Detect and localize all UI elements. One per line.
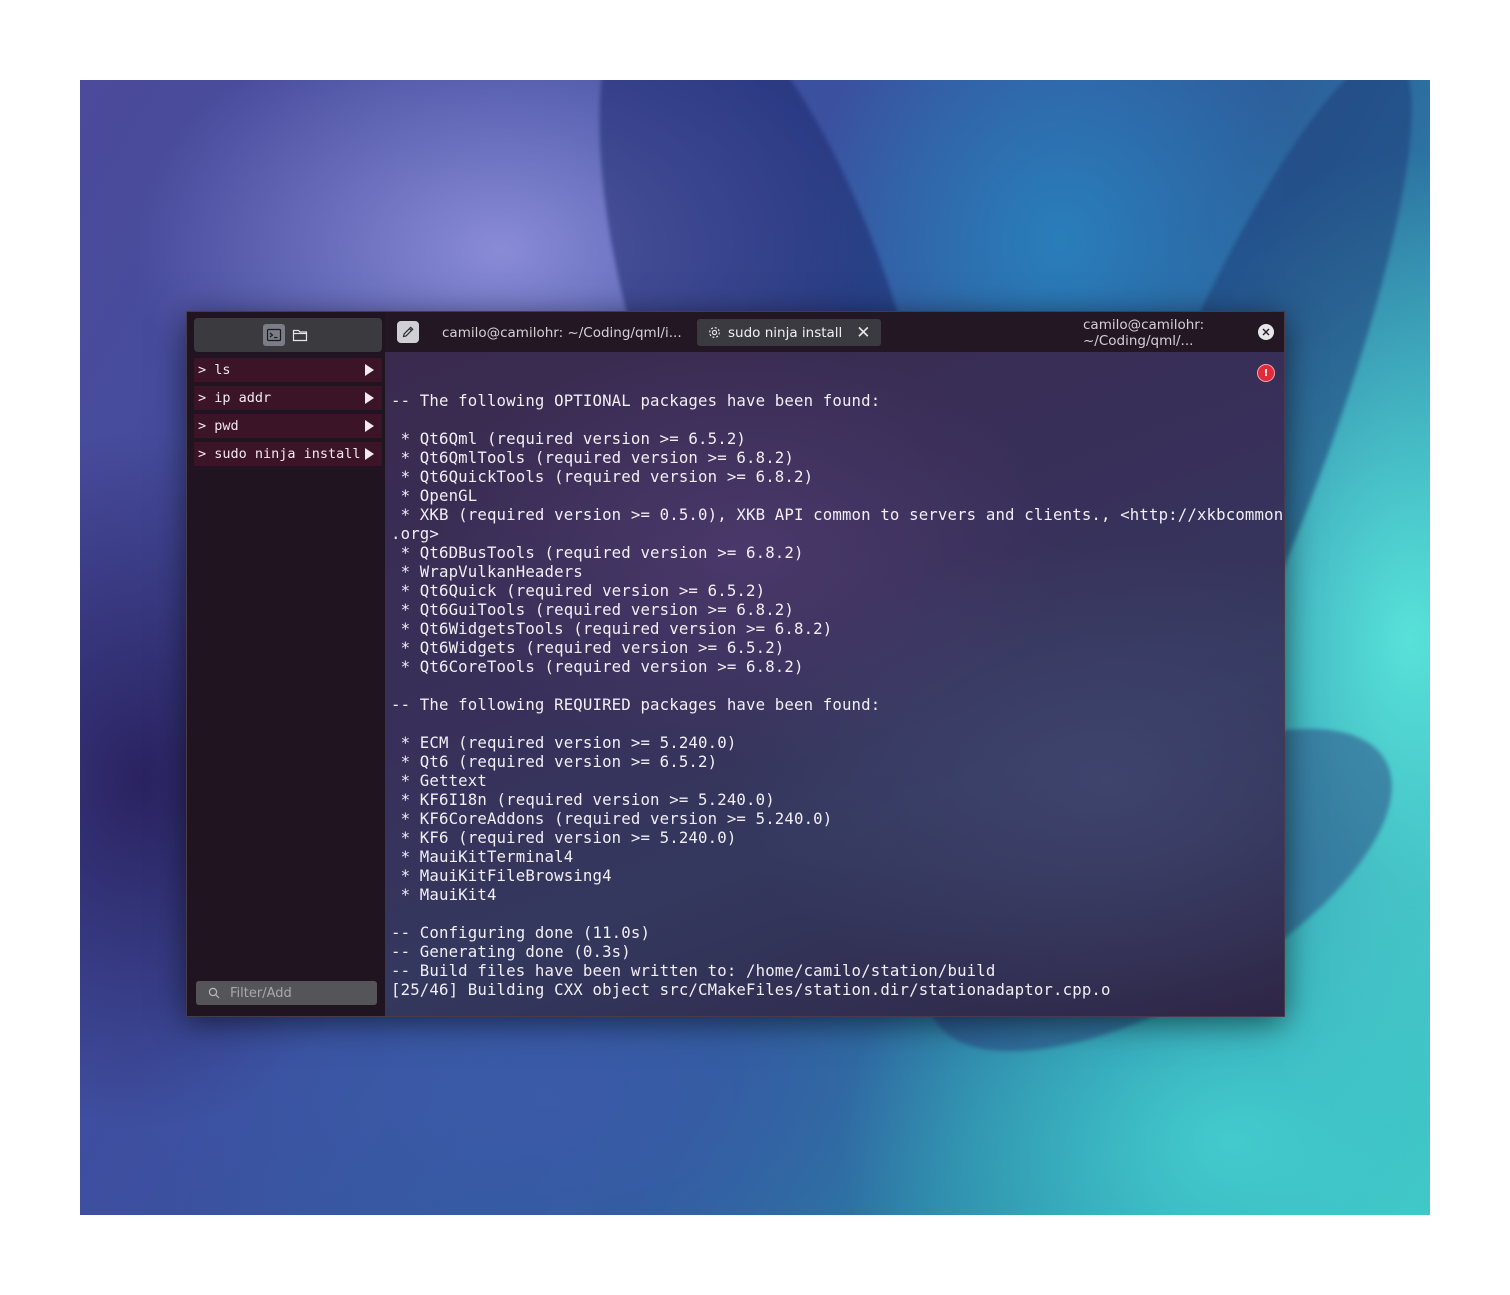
command-item-sudo-ninja-install[interactable]: > sudo ninja install: [194, 442, 382, 466]
terminal-line: -- Generating done (0.3s): [391, 942, 631, 961]
terminal-line: * Qt6DBusTools (required version >= 6.8.…: [391, 543, 804, 562]
command-label: > ls: [198, 362, 231, 378]
tab-bar: camilo@camilohr: ~/Coding/qml/i... sudo …: [385, 312, 1284, 352]
terminal-icon[interactable]: [263, 324, 285, 346]
terminal-line: * Qt6 (required version >= 6.5.2): [391, 752, 718, 771]
terminal-line: * Qt6Widgets (required version >= 6.5.2): [391, 638, 785, 657]
terminal-line: * KF6I18n (required version >= 5.240.0): [391, 790, 775, 809]
tab-label: camilo@camilohr: ~/Coding/qml/i...: [442, 324, 682, 341]
sidebar-view-switcher: [194, 318, 382, 352]
terminal-line: * MauiKit4: [391, 885, 497, 904]
alert-icon[interactable]: !: [1257, 364, 1275, 382]
terminal-line: -- Build files have been written to: /ho…: [391, 961, 996, 980]
command-label: > sudo ninja install: [198, 446, 361, 462]
terminal-view[interactable]: ! -- The following OPTIONAL packages hav…: [385, 352, 1284, 1016]
terminal-line: * Qt6CoreTools (required version >= 6.8.…: [391, 657, 804, 676]
tab-terminal-1[interactable]: camilo@camilohr: ~/Coding/qml/i...: [442, 319, 682, 346]
terminal-line: * MauiKitTerminal4: [391, 847, 574, 866]
terminal-line: * Qt6QmlTools (required version >= 6.8.2…: [391, 448, 794, 467]
terminal-line: * Qt6GuiTools (required version >= 6.8.2…: [391, 600, 794, 619]
tab-sudo-ninja-install[interactable]: sudo ninja install ✕: [697, 319, 881, 346]
run-icon[interactable]: [365, 420, 374, 432]
terminal-line: * OpenGL: [391, 486, 478, 505]
terminal-line: * KF6 (required version >= 5.240.0): [391, 828, 737, 847]
edit-icon[interactable]: [397, 321, 419, 343]
terminal-line: * Qt6Qml (required version >= 6.5.2): [391, 429, 747, 448]
terminal-line: -- The following REQUIRED packages have …: [391, 695, 881, 714]
commands-sidebar: > ls > ip addr > pwd > sudo ninja instal…: [187, 312, 386, 1016]
command-item-ip-addr[interactable]: > ip addr: [194, 386, 382, 410]
tab-terminal-3[interactable]: camilo@camilohr: ~/Coding/qml/...: [1083, 316, 1284, 349]
terminal-line: * Qt6Quick (required version >= 6.5.2): [391, 581, 766, 600]
close-icon[interactable]: [1258, 324, 1274, 340]
terminal-line: * ECM (required version >= 5.240.0): [391, 733, 737, 752]
terminal-output: -- The following OPTIONAL packages have …: [391, 391, 1283, 999]
run-icon[interactable]: [365, 392, 374, 404]
close-tab-icon[interactable]: ✕: [856, 323, 870, 343]
command-list: > ls > ip addr > pwd > sudo ninja instal…: [194, 358, 382, 470]
gear-icon: [709, 327, 720, 338]
terminal-line: -- Configuring done (11.0s): [391, 923, 651, 942]
run-icon[interactable]: [365, 364, 374, 376]
command-label: > pwd: [198, 418, 239, 434]
station-terminal-window: > ls > ip addr > pwd > sudo ninja instal…: [186, 311, 1285, 1017]
terminal-line: * Qt6QuickTools (required version >= 6.8…: [391, 467, 814, 486]
command-label: > ip addr: [198, 390, 272, 406]
terminal-line: * XKB (required version >= 0.5.0), XKB A…: [391, 505, 1284, 524]
tab-label: sudo ninja install: [728, 324, 843, 341]
command-item-pwd[interactable]: > pwd: [194, 414, 382, 438]
terminal-line: * MauiKitFileBrowsing4: [391, 866, 612, 885]
search-icon: [208, 987, 220, 999]
command-item-ls[interactable]: > ls: [194, 358, 382, 382]
terminal-line: * WrapVulkanHeaders: [391, 562, 583, 581]
terminal-line: * Gettext: [391, 771, 487, 790]
terminal-line: .org>: [391, 524, 439, 543]
filter-placeholder: Filter/Add: [230, 985, 292, 1001]
run-icon[interactable]: [365, 448, 374, 460]
folder-icon[interactable]: [289, 324, 311, 346]
tab-label: camilo@camilohr: ~/Coding/qml/...: [1083, 316, 1205, 349]
terminal-line: [25/46] Building CXX object src/CMakeFil…: [391, 980, 1111, 999]
terminal-line: -- The following OPTIONAL packages have …: [391, 391, 881, 410]
terminal-line: * Qt6WidgetsTools (required version >= 6…: [391, 619, 833, 638]
filter-add-input[interactable]: Filter/Add: [196, 981, 377, 1005]
terminal-line: * KF6CoreAddons (required version >= 5.2…: [391, 809, 833, 828]
